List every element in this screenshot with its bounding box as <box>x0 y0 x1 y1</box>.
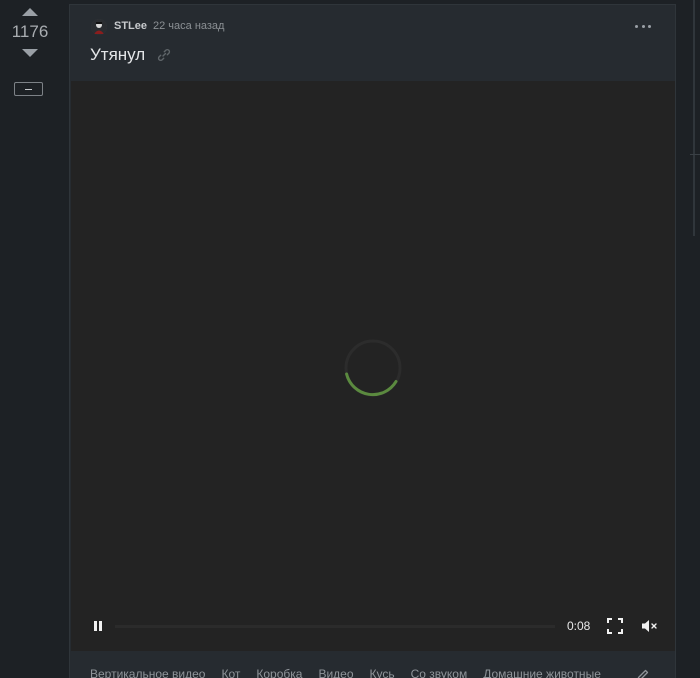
post-card: STLee 22 часа назад Утянул 0:08 Вертикал… <box>69 4 676 678</box>
tag[interactable]: Со звуком <box>411 667 468 678</box>
video-time: 0:08 <box>567 619 591 633</box>
post-header: STLee 22 часа назад Утянул <box>70 5 675 81</box>
avatar[interactable] <box>91 19 107 35</box>
link-icon[interactable] <box>157 48 171 62</box>
divider <box>690 154 700 155</box>
pencil-icon[interactable] <box>636 668 650 678</box>
video-player[interactable]: 0:08 <box>71 81 675 651</box>
post-time: 22 часа назад <box>153 20 225 32</box>
tag[interactable]: Вертикальное видео <box>90 667 205 678</box>
post-title[interactable]: Утянул <box>90 45 145 65</box>
tag[interactable]: Коробка <box>256 667 302 678</box>
author-name[interactable]: STLee <box>114 20 147 32</box>
tag[interactable]: Видео <box>318 667 353 678</box>
loading-spinner-icon <box>344 339 402 397</box>
rating-count: 1176 <box>11 22 49 41</box>
upvote-icon[interactable] <box>22 8 38 16</box>
progress-bar[interactable] <box>115 625 555 628</box>
collapse-button[interactable] <box>14 82 43 96</box>
tag-list: Вертикальное видео Кот Коробка Видео Кус… <box>90 667 601 678</box>
downvote-icon[interactable] <box>22 49 38 57</box>
more-dots-icon[interactable] <box>635 19 651 33</box>
tag[interactable]: Кот <box>221 667 240 678</box>
page: 1176 STLee 22 часа назад Утянул 0:08 Вер… <box>0 0 700 678</box>
pause-icon <box>94 621 97 631</box>
tag[interactable]: Домашние животные <box>483 667 601 678</box>
pause-button[interactable] <box>91 619 105 633</box>
fullscreen-icon[interactable] <box>607 618 623 634</box>
scrollbar-thumb[interactable] <box>693 0 695 236</box>
volume-muted-icon[interactable] <box>641 618 659 634</box>
minus-icon <box>25 88 32 90</box>
rating-column: 1176 <box>0 0 60 678</box>
tag[interactable]: Кусь <box>370 667 395 678</box>
avatar-image <box>91 19 107 35</box>
